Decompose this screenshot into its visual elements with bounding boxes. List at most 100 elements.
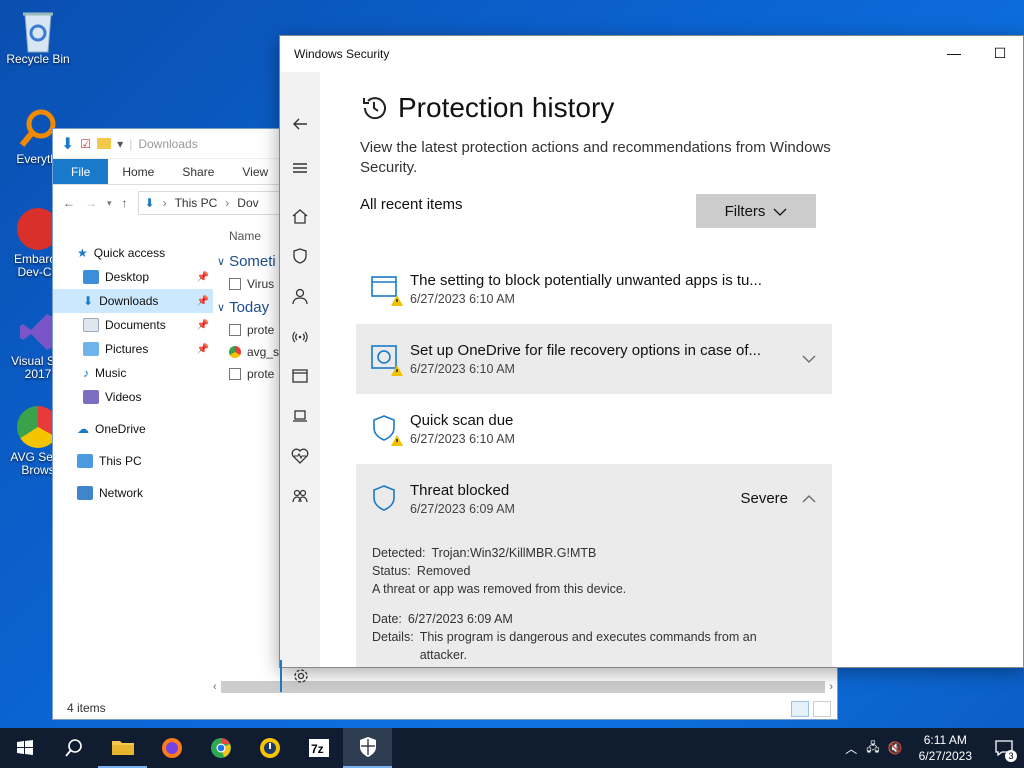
scroll-left-icon[interactable]: ‹: [213, 681, 217, 693]
music-icon: ♪: [83, 366, 89, 380]
window-title: Windows Security: [294, 47, 390, 61]
nav-home[interactable]: [280, 200, 320, 232]
action-center-button[interactable]: 3: [984, 728, 1024, 768]
nav-settings[interactable]: [280, 660, 320, 692]
history-item-threat-blocked[interactable]: Threat blocked 6/27/2023 6:09 AM Severe: [356, 464, 832, 534]
nav-this-pc[interactable]: This PC: [53, 449, 213, 473]
back-icon[interactable]: ←: [63, 196, 75, 210]
nav-label: Quick access: [93, 246, 166, 260]
window-controls: — ☐: [931, 36, 1023, 70]
show-hidden-icons-icon[interactable]: ︿: [840, 740, 862, 757]
forward-icon[interactable]: →: [85, 196, 97, 210]
filters-button[interactable]: Filters: [696, 194, 816, 228]
minimize-button[interactable]: —: [931, 36, 977, 70]
desktop-folder-icon: [83, 270, 99, 284]
laptop-icon: [293, 410, 307, 422]
history-item-title: Threat blocked: [410, 482, 510, 499]
history-item-onedrive[interactable]: Set up OneDrive for file recovery option…: [356, 324, 832, 394]
nav-family-options[interactable]: [280, 480, 320, 512]
properties-icon[interactable]: ☑: [80, 137, 91, 151]
explorer-title: Downloads: [138, 136, 198, 151]
network-icon: [77, 486, 93, 500]
detected-value: Trojan:Win32/KillMBR.G!MTB: [431, 546, 597, 560]
taskbar-firefox[interactable]: [147, 728, 196, 768]
history-item-date: 6/27/2023 6:10 AM: [410, 432, 515, 446]
nav-firewall[interactable]: [280, 320, 320, 352]
quick-access-dropdown-icon[interactable]: ▾: [117, 137, 123, 151]
nav-account-protection[interactable]: [280, 280, 320, 312]
file-name: avg_s: [247, 345, 280, 359]
file-name: prote: [247, 367, 275, 381]
tab-share[interactable]: Share: [168, 159, 228, 184]
taskbar-chrome[interactable]: [196, 728, 245, 768]
large-icons-view-icon[interactable]: [813, 701, 831, 717]
taskbar-avg-browser[interactable]: [245, 728, 294, 768]
breadcrumb-this-pc[interactable]: This PC: [175, 196, 218, 210]
view-switcher: [791, 701, 831, 717]
list-item[interactable]: Virus: [217, 273, 287, 295]
taskbar-7zip[interactable]: 7z: [294, 728, 343, 768]
nav-label: Network: [99, 486, 144, 500]
chevron-down-icon[interactable]: [802, 350, 816, 366]
taskbar-windows-security[interactable]: [343, 728, 392, 768]
nav-network[interactable]: Network: [53, 481, 213, 505]
chevron-up-icon[interactable]: [802, 490, 816, 506]
up-icon[interactable]: ↑: [122, 196, 128, 210]
history-item-pua-setting[interactable]: The setting to block potentially unwante…: [356, 254, 832, 324]
breadcrumb-sep-icon: ›: [162, 196, 167, 210]
nav-desktop[interactable]: Desktop 📌: [53, 265, 213, 289]
all-recent-items-label: All recent items: [360, 196, 463, 213]
volume-muted-icon[interactable]: 🔇: [884, 741, 907, 755]
search-button[interactable]: [49, 728, 98, 768]
start-button[interactable]: [0, 728, 49, 768]
nav-app-browser-control[interactable]: [280, 360, 320, 392]
details-view-icon[interactable]: [791, 701, 809, 717]
date-value: 6/27/2023 6:09 AM: [407, 612, 513, 626]
clock[interactable]: 6:11 AM 6/27/2023: [907, 732, 984, 764]
list-item[interactable]: prote: [217, 363, 287, 385]
pin-icon[interactable]: 📌: [197, 272, 209, 283]
group-header[interactable]: ∨ Someti: [217, 249, 287, 273]
breadcrumb-downloads[interactable]: Dov: [237, 196, 258, 210]
maximize-button[interactable]: ☐: [977, 36, 1023, 70]
nav-onedrive[interactable]: ☁ OneDrive: [53, 417, 213, 441]
nav-device-security[interactable]: [280, 400, 320, 432]
group-header[interactable]: ∨ Today: [217, 295, 287, 319]
nav-downloads[interactable]: ⬇ Downloads 📌: [53, 289, 213, 313]
nav-documents[interactable]: Documents 📌: [53, 313, 213, 337]
desktop-icon-recycle-bin[interactable]: Recycle Bin: [0, 8, 76, 66]
list-item[interactable]: prote: [217, 319, 287, 341]
pin-icon[interactable]: 📌: [197, 320, 209, 331]
nav-music[interactable]: ♪ Music: [53, 361, 213, 385]
threat-details: Detected: Trojan:Win32/KillMBR.G!MTB Sta…: [356, 534, 832, 667]
system-tray: ︿ 🖧 🔇 6:11 AM 6/27/2023 3: [840, 728, 1024, 768]
chevron-down-icon: [773, 203, 787, 220]
computer-icon: [77, 454, 93, 468]
nav-videos[interactable]: Videos: [53, 385, 213, 409]
history-item-date: 6/27/2023 6:10 AM: [410, 362, 515, 376]
tab-home[interactable]: Home: [108, 159, 168, 184]
history-item-quick-scan[interactable]: Quick scan due 6/27/2023 6:10 AM: [356, 394, 832, 464]
pin-icon[interactable]: 📌: [197, 296, 209, 307]
pin-icon[interactable]: 📌: [197, 344, 209, 355]
tab-file[interactable]: File: [53, 159, 109, 184]
pictures-icon: [83, 342, 99, 356]
star-icon: ★: [77, 246, 88, 260]
tab-view[interactable]: View: [228, 159, 282, 184]
menu-button[interactable]: [280, 152, 320, 184]
nav-pictures[interactable]: Pictures 📌: [53, 337, 213, 361]
nav-virus-protection[interactable]: [280, 240, 320, 272]
recent-dropdown-icon[interactable]: ▾: [107, 198, 112, 209]
column-header-name[interactable]: Name: [217, 229, 287, 249]
back-button[interactable]: [280, 108, 320, 140]
network-icon[interactable]: 🖧: [862, 738, 883, 759]
nav-device-performance[interactable]: [280, 440, 320, 472]
nav-label: This PC: [99, 454, 142, 468]
taskbar-file-explorer[interactable]: [98, 728, 147, 768]
list-item[interactable]: avg_s: [217, 341, 287, 363]
scroll-right-icon[interactable]: ›: [829, 681, 833, 693]
app-browser-warning-icon: [370, 274, 403, 306]
nav-quick-access[interactable]: ★ Quick access: [53, 241, 213, 265]
windows-security-window: Windows Security — ☐ Protection history …: [279, 35, 1024, 692]
group-label: Someti: [229, 252, 276, 270]
